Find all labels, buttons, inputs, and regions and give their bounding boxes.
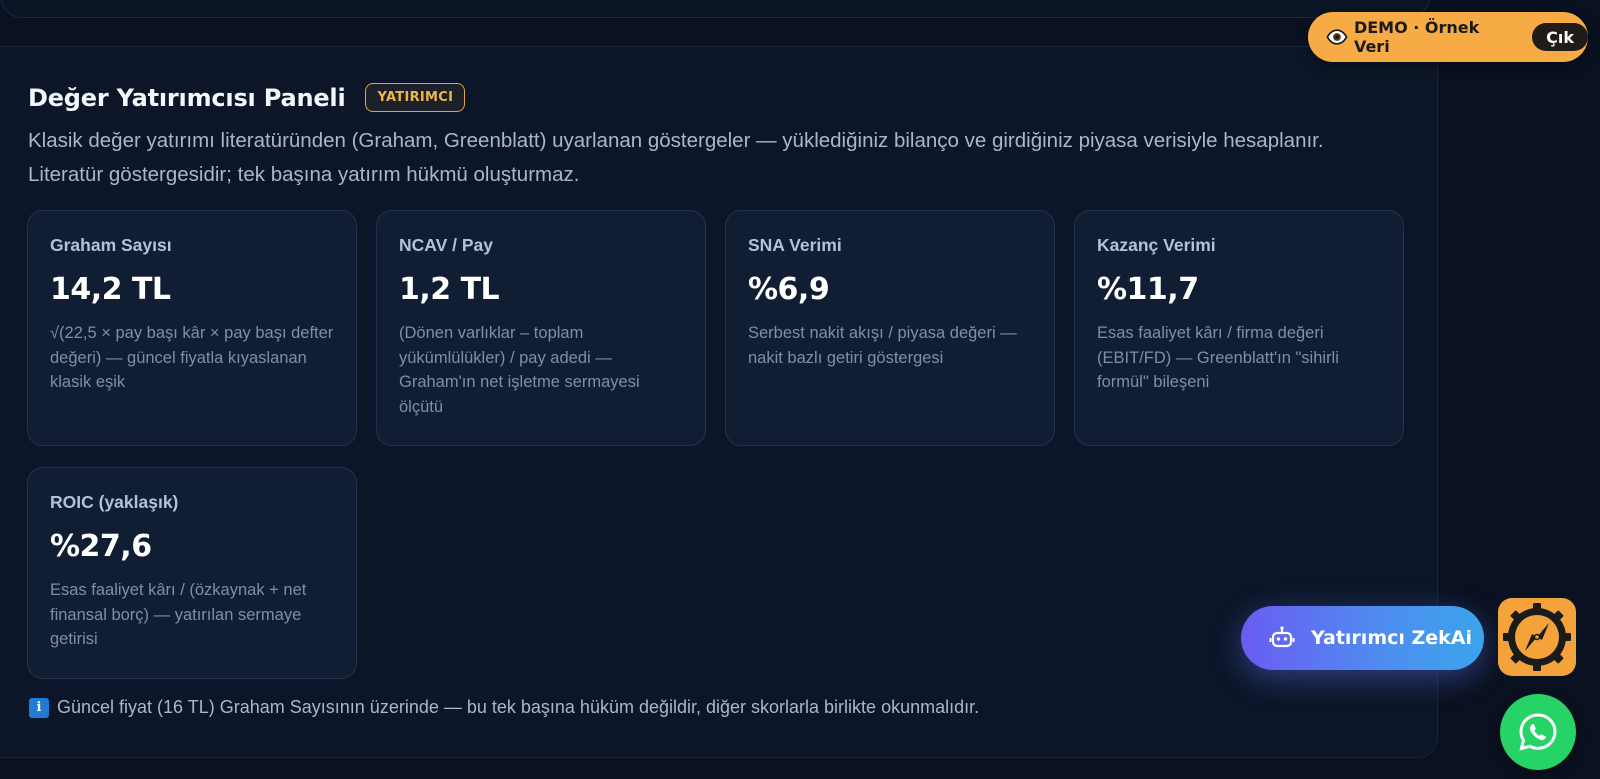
panel-header: Değer Yatırımcısı Paneli YATIRIMCI [28,83,466,112]
ai-assistant-label: Yatırımcı ZekAi [1311,627,1473,649]
metric-label: NCAV / Pay [399,235,494,255]
demo-banner: DEMO · Örnek Veri Çık [1308,12,1588,62]
metric-note: Esas faaliyet kârı / (özkaynak + net fin… [50,581,307,648]
ai-assistant-button[interactable]: Yatırımcı ZekAi [1241,606,1484,670]
compass-gear-button[interactable] [1498,598,1576,676]
metric-value: %6,9 [748,272,830,307]
metric-card-ncav: NCAV / Pay 1,2 TL (Dönen varlıklar – top… [376,210,706,446]
top-section-edge [0,0,1430,18]
exit-demo-button[interactable]: Çık [1532,23,1588,51]
metric-value: 1,2 TL [399,272,500,307]
metric-card-earnings-yield: Kazanç Verimi %11,7 Esas faaliyet kârı /… [1074,210,1404,446]
metric-note: Serbest nakit akışı / piyasa değeri — na… [748,324,1017,367]
demo-label: DEMO · Örnek Veri [1353,18,1480,56]
panel-title: Değer Yatırımcısı Paneli [28,83,346,112]
compass-gear-icon [1503,603,1571,671]
investor-badge: YATIRIMCI [365,83,466,112]
eye-icon [1326,29,1348,45]
metric-note: Esas faaliyet kârı / firma değeri (EBIT/… [1097,324,1339,391]
whatsapp-button[interactable] [1500,694,1576,770]
info-icon: i [29,697,49,718]
robot-icon [1269,626,1295,648]
metric-label: SNA Verimi [748,235,842,255]
price-footnote: i Güncel fiyat (16 TL) Graham Sayısının … [29,697,979,718]
metric-card-graham: Graham Sayısı 14,2 TL √(22,5 × pay başı … [27,210,357,446]
footnote-text: Güncel fiyat (16 TL) Graham Sayısının üz… [57,697,980,717]
metric-label: Kazanç Verimi [1097,235,1216,255]
metric-label: ROIC (yaklaşık) [50,492,179,512]
whatsapp-icon [1519,713,1557,751]
metric-value: %11,7 [1097,272,1199,307]
metric-label: Graham Sayısı [50,235,172,255]
panel-description: Klasik değer yatırımı literatüründen (Gr… [28,129,1324,186]
metric-card-roic: ROIC (yaklaşık) %27,6 Esas faaliyet kârı… [27,467,357,679]
metric-card-fcf-yield: SNA Verimi %6,9 Serbest nakit akışı / pi… [725,210,1055,446]
metric-note: √(22,5 × pay başı kâr × pay başı defter … [50,324,334,391]
metric-value: %27,6 [50,529,152,564]
metric-value: 14,2 TL [50,272,171,307]
metric-note: (Dönen varlıklar – toplam yükümlülükler)… [399,324,640,416]
